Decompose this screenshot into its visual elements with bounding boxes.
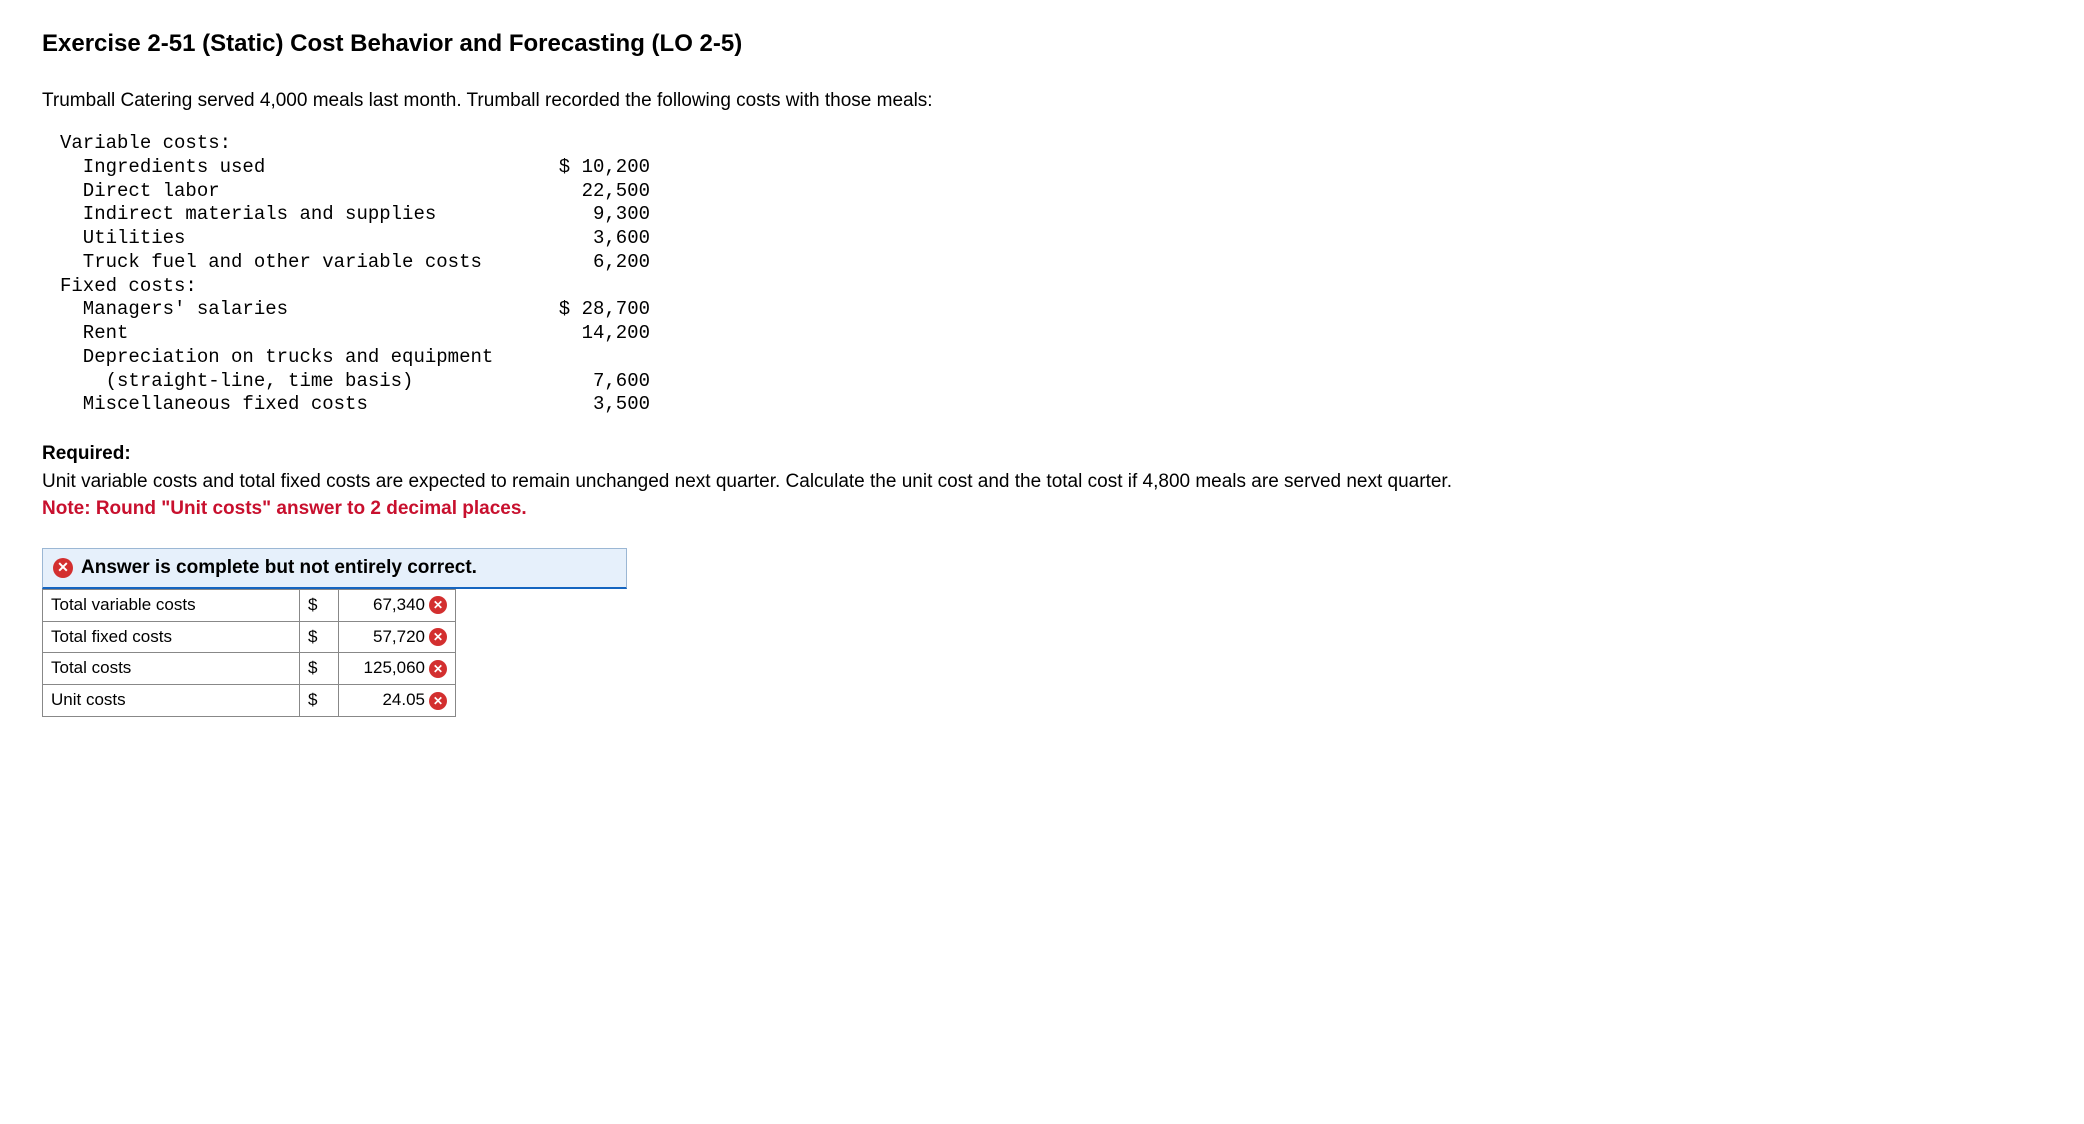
answers-table: Total variable costs$67,340✕Total fixed … [42, 589, 456, 718]
table-row: Total fixed costs$57,720✕ [43, 621, 456, 653]
cost-data-block: Variable costs: Ingredients used$ 10,200… [60, 132, 2042, 417]
incorrect-icon: ✕ [53, 558, 73, 578]
currency-symbol: $ [300, 621, 339, 653]
answer-value-cell[interactable]: 67,340✕ [339, 589, 456, 621]
answer-label: Total variable costs [43, 589, 300, 621]
incorrect-icon: ✕ [429, 628, 447, 646]
answer-label: Unit costs [43, 685, 300, 717]
currency-symbol: $ [300, 685, 339, 717]
answer-value: 125,060 [364, 657, 425, 680]
currency-symbol: $ [300, 653, 339, 685]
feedback-banner: ✕ Answer is complete but not entirely co… [42, 548, 627, 589]
answer-value: 57,720 [373, 626, 425, 649]
answer-value: 67,340 [373, 594, 425, 617]
answer-value-cell[interactable]: 24.05✕ [339, 685, 456, 717]
table-row: Total costs$125,060✕ [43, 653, 456, 685]
required-text: Unit variable costs and total fixed cost… [42, 469, 2042, 495]
note-text: Note: Round "Unit costs" answer to 2 dec… [42, 496, 2042, 522]
page-title: Exercise 2-51 (Static) Cost Behavior and… [42, 28, 2042, 60]
currency-symbol: $ [300, 589, 339, 621]
incorrect-icon: ✕ [429, 596, 447, 614]
incorrect-icon: ✕ [429, 660, 447, 678]
answer-value-cell[interactable]: 125,060✕ [339, 653, 456, 685]
intro-text: Trumball Catering served 4,000 meals las… [42, 88, 2042, 114]
answer-value-cell[interactable]: 57,720✕ [339, 621, 456, 653]
incorrect-icon: ✕ [429, 692, 447, 710]
answer-label: Total costs [43, 653, 300, 685]
required-label: Required: [42, 441, 2042, 467]
answer-value: 24.05 [382, 689, 425, 712]
feedback-text: Answer is complete but not entirely corr… [81, 555, 477, 581]
table-row: Total variable costs$67,340✕ [43, 589, 456, 621]
answer-label: Total fixed costs [43, 621, 300, 653]
table-row: Unit costs$24.05✕ [43, 685, 456, 717]
